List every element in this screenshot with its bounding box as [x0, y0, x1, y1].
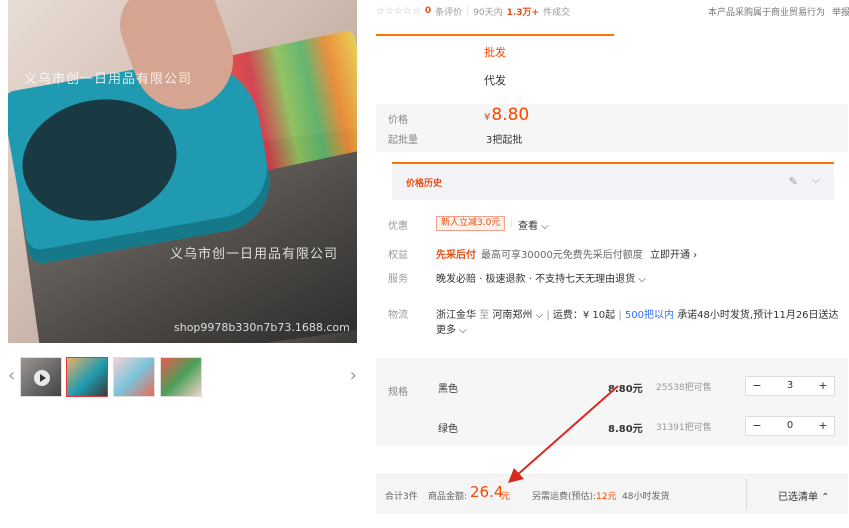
quantity-range: 500把以内: [624, 310, 674, 321]
ship-time: 48小时发货: [622, 492, 670, 502]
play-icon: [34, 370, 50, 386]
ship-to-dropdown[interactable]: 河南郑州 ⌵: [492, 310, 543, 321]
sku-name: 黑色: [438, 384, 458, 395]
sku-stock: 31391把可售: [656, 423, 712, 433]
decrement-button[interactable]: −: [746, 377, 768, 395]
divider: |: [510, 217, 514, 228]
moq-label: 起批量: [388, 135, 418, 146]
divider: |: [466, 6, 470, 16]
sku-name: 绿色: [438, 424, 458, 435]
price-number: 8.80: [491, 105, 530, 125]
price-label: 价格: [388, 115, 408, 126]
divider: |: [618, 310, 622, 321]
sku-stock: 25538把可售: [656, 383, 712, 393]
price-value: ¥8.80: [484, 105, 529, 125]
order-summary-bar: 合计3件 商品金额: 26.4 元 另需运费(预估): 12元 48小时发货 已…: [376, 474, 848, 514]
sku-price: 8.80元: [608, 384, 643, 395]
price-box: 价格 ¥8.80 起批量 3把起批: [376, 104, 848, 152]
edit-icon[interactable]: ✎: [789, 175, 798, 188]
total-count: 合计3件: [385, 492, 418, 502]
delivery-promise: 承诺48小时发货,预计11月26日送达: [677, 310, 839, 321]
selected-list-button[interactable]: 已选清单 ⌃: [778, 488, 830, 503]
shipping-estimate-label: 另需运费(预估):: [532, 492, 597, 502]
sales-count: 1.3万+: [506, 7, 540, 18]
price-history-title: 价格历史: [406, 179, 443, 189]
amount-unit: 元: [501, 492, 511, 502]
divider: [746, 479, 747, 511]
promotion-badge: 新人立减3.0元: [436, 216, 506, 231]
increment-button[interactable]: +: [812, 377, 834, 395]
quantity-stepper: − 0 +: [745, 416, 835, 436]
divider: |: [546, 310, 550, 321]
watermark-company-2: 义乌市创一日用品有限公司: [170, 247, 339, 262]
chevron-down-icon[interactable]: ⌵: [812, 173, 820, 187]
moq-value: 3把起批: [486, 135, 523, 146]
logistics-label: 物流: [388, 310, 408, 321]
main-product-image: 义乌市创一日用品有限公司 义乌市创一日用品有限公司 shop9978b330n7…: [8, 0, 357, 343]
sku-price: 8.80元: [608, 424, 643, 435]
logistics-line: 浙江金华 至 河南郑州 ⌵ | 运费：¥ 10起 | 500把以内 承诺48小时…: [436, 306, 839, 321]
amount-value: 26.4: [470, 483, 504, 501]
trade-disclaimer: 本产品采购属于商业贸易行为: [708, 8, 826, 18]
chevron-right-icon[interactable]: ›: [350, 362, 357, 390]
review-label[interactable]: 条评价: [435, 5, 462, 18]
watermark-company: 义乌市创一日用品有限公司: [24, 72, 193, 87]
decrement-button[interactable]: −: [746, 417, 768, 435]
ship-from: 浙江金华: [436, 310, 476, 321]
sales-period: 90天内: [473, 7, 503, 18]
chevron-left-icon[interactable]: ‹: [8, 362, 15, 390]
benefit-open-button[interactable]: 立即开通 ›: [650, 246, 697, 261]
benefit-label: 权益: [388, 250, 408, 261]
currency-symbol: ¥: [484, 112, 491, 123]
benefit-text: 最高可享30000元免费先采后付额度: [481, 250, 643, 261]
thumbnail-strip: ‹ ›: [8, 354, 357, 400]
sku-row: 黑色 8.80元 25538把可售 − 3 +: [376, 376, 848, 398]
tab-wholesale[interactable]: 批发: [376, 44, 614, 60]
amount-label: 商品金额:: [428, 492, 468, 502]
star-rating-icon: ☆☆☆☆☆: [376, 5, 421, 17]
price-history-panel[interactable]: 价格历史 ✎ ⌵: [392, 162, 834, 200]
review-count[interactable]: 0: [425, 6, 431, 16]
service-label: 服务: [388, 274, 408, 285]
quantity-stepper: − 3 +: [745, 376, 835, 396]
shipping-estimate-value: 12元: [596, 492, 617, 502]
promotion-view-button[interactable]: 查看 ⌵: [518, 217, 549, 232]
promotion-label: 优惠: [388, 221, 408, 232]
thumbnail-video[interactable]: [20, 357, 62, 397]
increment-button[interactable]: +: [812, 417, 834, 435]
rating-row: ☆☆☆☆☆ 0 条评价 | 90天内 1.3万+ 件成交: [376, 4, 570, 18]
watermark-url: shop9978b330n7b73.1688.com: [174, 321, 350, 334]
sku-box: 规格 黑色 8.80元 25538把可售 − 3 + 绿色 8.80元 3139…: [376, 358, 848, 446]
sales-label: 件成交: [543, 7, 571, 18]
tab-dropship[interactable]: 代发: [376, 72, 614, 88]
thumbnail-image[interactable]: [160, 357, 202, 397]
thumbnail-image[interactable]: [113, 357, 155, 397]
report-link[interactable]: 举报: [832, 5, 849, 18]
shipping-fee: 运费：¥ 10起: [552, 310, 616, 321]
thumbnail-image[interactable]: [66, 357, 108, 397]
service-dropdown[interactable]: 晚发必赔 · 极速退款 · 不支持七天无理由退货 ⌵: [436, 270, 646, 285]
ship-to-word: 至: [479, 310, 490, 321]
sku-row: 绿色 8.80元 31391把可售 − 0 +: [376, 416, 848, 438]
benefit-tag: 先采后付: [436, 250, 476, 261]
quantity-input[interactable]: 0: [768, 417, 812, 435]
quantity-input[interactable]: 3: [768, 377, 812, 395]
purchase-mode-tabs: 批发 代发: [376, 34, 614, 92]
logistics-more-button[interactable]: 更多 ⌵: [436, 321, 467, 336]
